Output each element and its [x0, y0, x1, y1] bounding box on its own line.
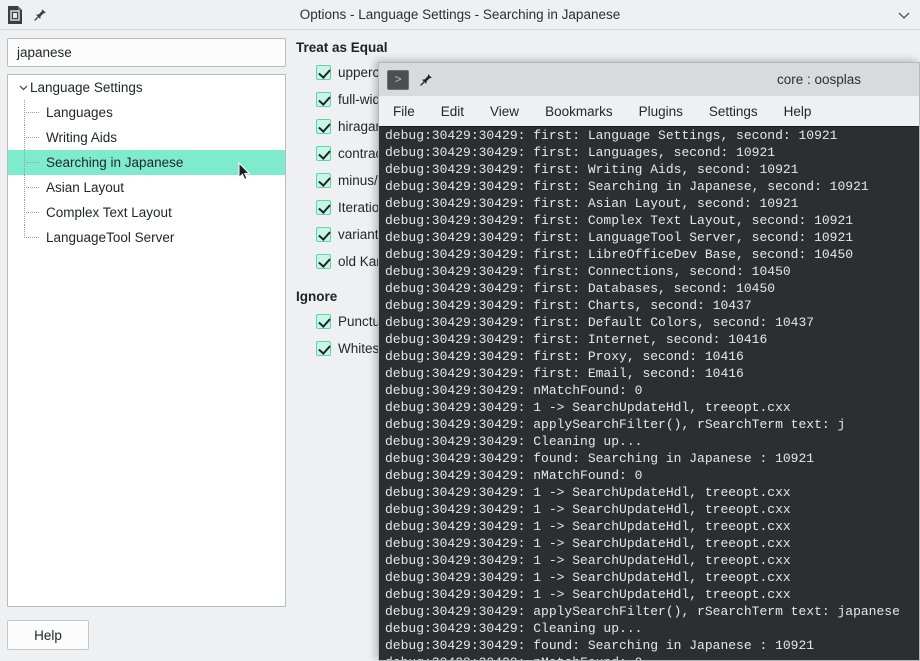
terminal-line: debug:30429:30429: applySearchFilter(), … — [385, 417, 846, 432]
terminal-line: debug:30429:30429: found: Searching in J… — [385, 638, 815, 653]
settings-tree[interactable]: Language Settings Languages Writing Aids… — [7, 74, 286, 607]
sidebar-item-label: Languages — [46, 105, 113, 120]
sidebar-item-languagetool-server[interactable]: LanguageTool Server — [8, 225, 285, 250]
checkbox-checked-icon[interactable] — [316, 65, 331, 80]
terminal-line: debug:30429:30429: found: Searching in J… — [385, 451, 815, 466]
terminal-title: core : oosplas — [776, 72, 862, 87]
search-input-value: japanese — [17, 45, 72, 60]
terminal-menubar[interactable]: File Edit View Bookmarks Plugins Setting… — [379, 96, 919, 126]
terminal-line: debug:30429:30429: 1 -> SearchUpdateHdl,… — [385, 400, 791, 415]
terminal-output[interactable]: debug:30429:30429: first: Language Setti… — [379, 126, 919, 660]
tree-connector-icon — [18, 225, 46, 250]
menu-file[interactable]: File — [393, 104, 415, 119]
tree-connector-icon — [18, 175, 46, 200]
menu-edit[interactable]: Edit — [441, 104, 464, 119]
terminal-line: debug:30429:30429: first: Asian Layout, … — [385, 196, 799, 211]
terminal-line: debug:30429:30429: first: Language Setti… — [385, 128, 838, 143]
menu-settings[interactable]: Settings — [709, 104, 758, 119]
terminal-line: debug:30429:30429: first: LibreOfficeDev… — [385, 247, 854, 262]
terminal-line: debug:30429:30429: 1 -> SearchUpdateHdl,… — [385, 587, 791, 602]
sidebar-item-writing-aids[interactable]: Writing Aids — [8, 125, 285, 150]
sidebar-item-label: Complex Text Layout — [46, 205, 172, 220]
terminal-line: debug:30429:30429: nMatchFound: 0 — [379, 654, 919, 660]
checkbox-checked-icon[interactable] — [316, 119, 331, 134]
terminal-line: debug:30429:30429: 1 -> SearchUpdateHdl,… — [385, 502, 791, 517]
terminal-titlebar: > core : oosplas — [379, 63, 919, 96]
terminal-line: debug:30429:30429: first: Languages, sec… — [385, 145, 776, 160]
terminal-line: debug:30429:30429: nMatchFound: 0 — [385, 468, 643, 483]
terminal-line: debug:30429:30429: first: Charts, second… — [385, 298, 752, 313]
help-button[interactable]: Help — [7, 620, 89, 650]
checkbox-checked-icon[interactable] — [316, 146, 331, 161]
terminal-line: debug:30429:30429: applySearchFilter(), … — [385, 604, 900, 619]
terminal-line: debug:30429:30429: first: Default Colors… — [385, 315, 815, 330]
options-titlebar: Options - Language Settings - Searching … — [0, 0, 920, 30]
terminal-line: debug:30429:30429: nMatchFound: 0 — [385, 383, 643, 398]
tree-root-language-settings[interactable]: Language Settings — [8, 75, 285, 100]
terminal-line: debug:30429:30429: first: LanguageTool S… — [385, 230, 854, 245]
sidebar-item-asian-layout[interactable]: Asian Layout — [8, 175, 285, 200]
tree-connector-icon — [18, 150, 46, 175]
menu-view[interactable]: View — [490, 104, 519, 119]
menu-bookmarks[interactable]: Bookmarks — [545, 104, 613, 119]
checkbox-checked-icon[interactable] — [316, 314, 331, 329]
terminal-edge — [379, 127, 381, 660]
terminal-line: debug:30429:30429: first: Connections, s… — [385, 264, 791, 279]
terminal-line: debug:30429:30429: 1 -> SearchUpdateHdl,… — [385, 553, 791, 568]
terminal-line: debug:30429:30429: first: Databases, sec… — [385, 281, 776, 296]
terminal-line: debug:30429:30429: first: Proxy, second:… — [385, 349, 744, 364]
tree-connector-icon — [18, 200, 46, 225]
chevron-down-icon[interactable] — [16, 82, 30, 93]
terminal-line: debug:30429:30429: first: Internet, seco… — [385, 332, 768, 347]
checkbox-checked-icon[interactable] — [316, 227, 331, 242]
help-button-label: Help — [34, 627, 62, 643]
checkbox-checked-icon[interactable] — [316, 341, 331, 356]
terminal-line: debug:30429:30429: first: Email, second:… — [385, 366, 744, 381]
group-title-treat-as-equal: Treat as Equal — [296, 40, 388, 55]
document-icon — [6, 5, 24, 25]
terminal-line: debug:30429:30429: Cleaning up... — [385, 434, 643, 449]
sidebar-item-label: LanguageTool Server — [46, 230, 175, 245]
terminal-line: debug:30429:30429: 1 -> SearchUpdateHdl,… — [385, 536, 791, 551]
tree-connector-icon — [18, 100, 46, 125]
sidebar-item-label: Searching in Japanese — [46, 155, 184, 170]
checkbox-checked-icon[interactable] — [316, 254, 331, 269]
terminal-line: debug:30429:30429: 1 -> SearchUpdateHdl,… — [385, 485, 791, 500]
tree-connector-icon — [18, 125, 46, 150]
sidebar-item-label: Asian Layout — [46, 180, 125, 195]
pin-icon[interactable] — [32, 7, 48, 23]
checkbox-checked-icon[interactable] — [316, 200, 331, 215]
terminal-line: debug:30429:30429: Cleaning up... — [385, 621, 643, 636]
terminal-line: debug:30429:30429: first: Searching in J… — [385, 179, 869, 194]
sidebar-item-complex-text-layout[interactable]: Complex Text Layout — [8, 200, 285, 225]
options-title: Options - Language Settings - Searching … — [299, 7, 621, 22]
sidebar-item-label: Writing Aids — [46, 130, 118, 145]
chevron-down-icon[interactable] — [896, 0, 912, 30]
terminal-line: debug:30429:30429: first: Writing Aids, … — [385, 162, 799, 177]
sidebar-item-languages[interactable]: Languages — [8, 100, 285, 125]
terminal-line: debug:30429:30429: first: Complex Text L… — [385, 213, 854, 228]
terminal-window[interactable]: > core : oosplas File Edit View Bookmark… — [378, 62, 920, 661]
checkbox-checked-icon[interactable] — [316, 92, 331, 107]
screen: Options - Language Settings - Searching … — [0, 0, 920, 661]
checkbox-checked-icon[interactable] — [316, 173, 331, 188]
terminal-line: debug:30429:30429: 1 -> SearchUpdateHdl,… — [385, 570, 791, 585]
menu-help[interactable]: Help — [784, 104, 812, 119]
terminal-line: debug:30429:30429: 1 -> SearchUpdateHdl,… — [385, 519, 791, 534]
search-input[interactable]: japanese — [7, 38, 286, 67]
titlebar-divider — [0, 29, 920, 30]
sidebar-item-searching-in-japanese[interactable]: Searching in Japanese — [8, 150, 285, 175]
tree-root-label: Language Settings — [30, 80, 143, 95]
menu-plugins[interactable]: Plugins — [639, 104, 683, 119]
